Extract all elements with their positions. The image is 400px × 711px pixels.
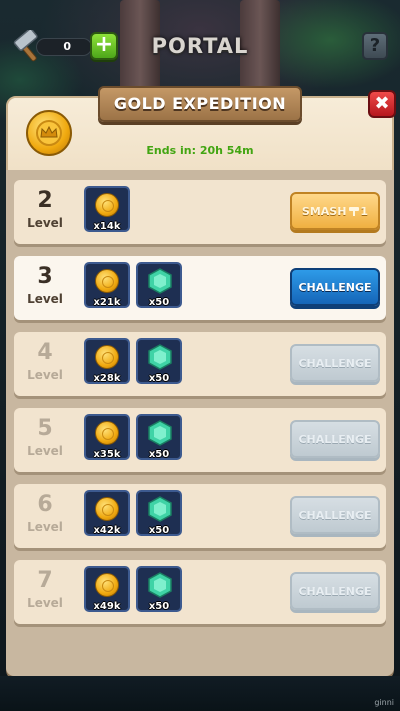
- button-label: CHALLENGE: [298, 357, 372, 370]
- reward-amount: x14k: [93, 221, 121, 232]
- event-timer: Ends in: 20h 54m: [146, 144, 254, 157]
- reward-amount: x50: [148, 525, 170, 536]
- gem-reward[interactable]: x50: [136, 490, 182, 536]
- reward-amount: x35k: [93, 449, 121, 460]
- gem-reward[interactable]: x50: [136, 414, 182, 460]
- level-row: 5 Level x35k x50 CHALLENGE: [14, 408, 386, 472]
- bottom-bar: ginni: [0, 676, 400, 711]
- reward-amount: x49k: [93, 601, 121, 612]
- level-number: 2: [37, 188, 53, 213]
- coin-reward[interactable]: x28k: [84, 338, 130, 384]
- challenge-button[interactable]: CHALLENGE: [290, 268, 380, 306]
- reward-amount: x28k: [93, 373, 121, 384]
- watermark: ginni: [374, 698, 394, 707]
- level-label: Level: [27, 520, 63, 534]
- gem-reward[interactable]: x50: [136, 338, 182, 384]
- close-button[interactable]: ✖: [368, 90, 396, 118]
- coin-icon: [95, 193, 119, 217]
- coin-reward[interactable]: x49k: [84, 566, 130, 612]
- challenge-button[interactable]: CHALLENGE: [290, 420, 380, 458]
- coin-icon: [95, 573, 119, 597]
- level-label: Level: [27, 444, 63, 458]
- level-label: Level: [27, 216, 63, 230]
- challenge-button[interactable]: CHALLENGE: [290, 496, 380, 534]
- level-number: 6: [37, 492, 53, 517]
- coin-icon: [95, 421, 119, 445]
- gem-reward[interactable]: x50: [136, 262, 182, 308]
- level-number: 3: [37, 264, 53, 289]
- level-row: 2 Level x14k SMASH 1: [14, 180, 386, 244]
- level-label: Level: [27, 596, 63, 610]
- button-label: CHALLENGE: [298, 433, 372, 446]
- button-label: CHALLENGE: [298, 509, 372, 522]
- hammer-cost: 1: [360, 205, 369, 218]
- coin-icon: [95, 269, 119, 293]
- reward-amount: x21k: [93, 297, 121, 308]
- reward-amount: x50: [148, 373, 170, 384]
- level-row: 3 Level x21k x50 CHALLENGE: [14, 256, 386, 320]
- top-bar: 0 + PORTAL ?: [0, 0, 400, 92]
- coin-reward[interactable]: x42k: [84, 490, 130, 536]
- panel-title: GOLD EXPEDITION: [98, 86, 302, 122]
- level-label: Level: [27, 368, 63, 382]
- help-button[interactable]: ?: [362, 32, 388, 60]
- reward-amount: x50: [148, 297, 170, 308]
- gem-reward[interactable]: x50: [136, 566, 182, 612]
- level-row: 4 Level x28k x50 CHALLENGE: [14, 332, 386, 396]
- level-label: Level: [27, 292, 63, 306]
- coin-reward[interactable]: x35k: [84, 414, 130, 460]
- level-number: 7: [37, 568, 53, 593]
- reward-amount: x50: [148, 601, 170, 612]
- coin-reward[interactable]: x21k: [84, 262, 130, 308]
- challenge-button[interactable]: CHALLENGE: [290, 344, 380, 382]
- level-number: 5: [37, 416, 53, 441]
- reward-amount: x42k: [93, 525, 121, 536]
- smash-button[interactable]: SMASH 1: [290, 192, 380, 230]
- hammer-icon: [13, 30, 38, 62]
- challenge-button[interactable]: CHALLENGE: [290, 572, 380, 610]
- coin-icon: [95, 345, 119, 369]
- level-number: 4: [37, 340, 53, 365]
- level-row: 7 Level x49k x50 CHALLENGE: [14, 560, 386, 624]
- page-title: PORTAL: [151, 34, 249, 58]
- level-row: 6 Level x42k x50 CHALLENGE: [14, 484, 386, 548]
- button-label: CHALLENGE: [298, 281, 372, 294]
- button-label: CHALLENGE: [298, 585, 372, 598]
- button-label: SMASH: [301, 205, 347, 218]
- hammer-icon: [346, 205, 360, 218]
- coin-reward[interactable]: x14k: [84, 186, 130, 232]
- reward-amount: x50: [148, 449, 170, 460]
- level-list[interactable]: 2 Level x14k SMASH 1 3 Level x21k x50 CHALLENGE 4 L…: [6, 170, 394, 676]
- coin-icon: [95, 497, 119, 521]
